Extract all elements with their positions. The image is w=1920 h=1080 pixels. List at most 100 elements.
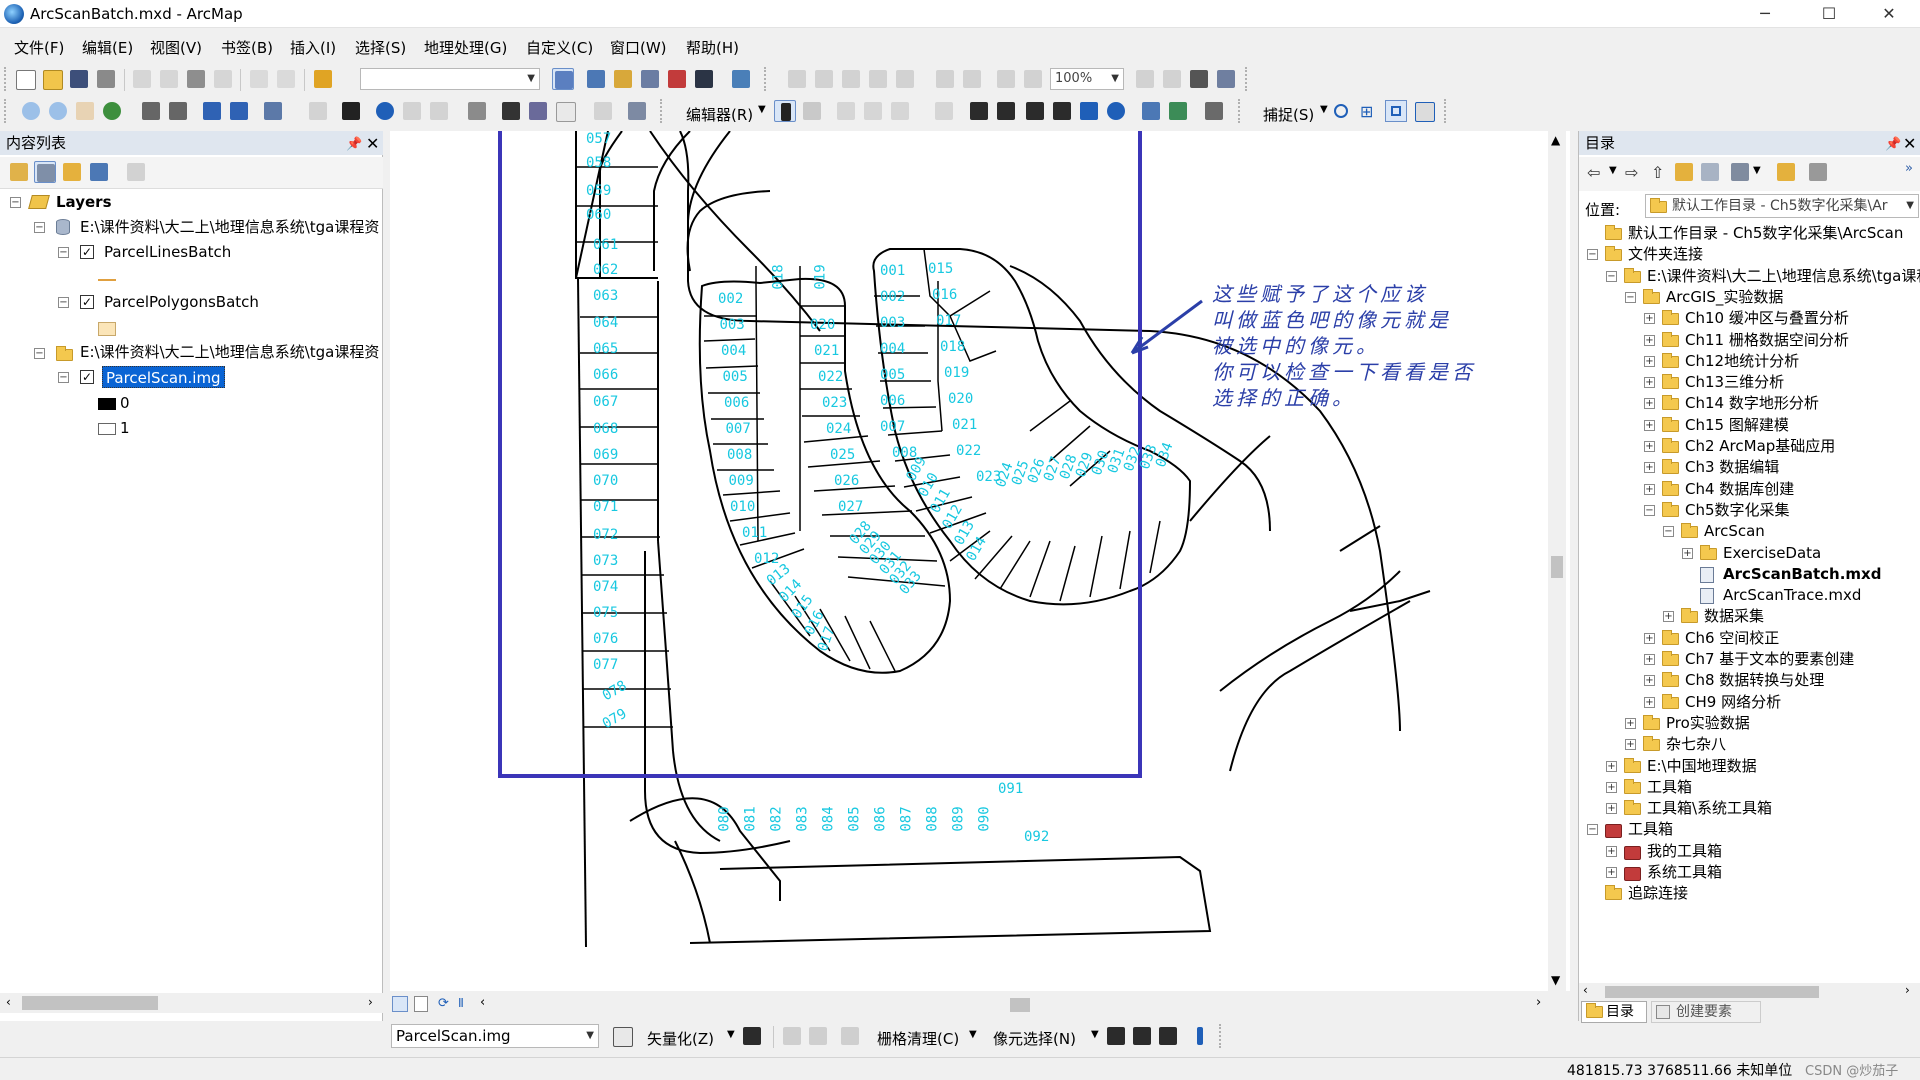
- snapping-menu-button[interactable]: 捕捉(S): [1263, 104, 1314, 125]
- expand-icon[interactable]: +: [1663, 611, 1674, 623]
- menu-customize[interactable]: 自定义(C): [526, 37, 593, 58]
- catalog-tree-item[interactable]: 默认工作目录 - Ch5数字化采集\ArcScan: [1628, 223, 1903, 244]
- select-features-icon[interactable]: [262, 100, 284, 122]
- new-folder-icon[interactable]: [1775, 161, 1797, 183]
- arctoolbox-icon[interactable]: [666, 68, 688, 90]
- catalog-tree-item[interactable]: Ch15 图解建模: [1685, 415, 1789, 436]
- clear-selection-icon[interactable]: [307, 100, 329, 122]
- layer-visibility-checkbox[interactable]: ✓: [80, 370, 94, 384]
- collapse-icon[interactable]: −: [58, 247, 69, 258]
- toc-horizontal-scrollbar[interactable]: ‹ ›: [0, 993, 383, 1013]
- undo-icon[interactable]: [248, 68, 270, 90]
- expand-icon[interactable]: +: [1606, 803, 1617, 815]
- vectorize-menu[interactable]: 矢量化(Z): [647, 1028, 714, 1049]
- pause-drawing-icon[interactable]: Ⅱ: [458, 996, 464, 1010]
- data-view-button[interactable]: [392, 996, 408, 1012]
- layer-parcel-lines[interactable]: ParcelLinesBatch: [104, 241, 231, 263]
- open-button[interactable]: [41, 68, 63, 90]
- catalog-tree-item[interactable]: Ch13三维分析: [1685, 372, 1784, 393]
- expand-icon[interactable]: +: [1644, 398, 1655, 410]
- catalog-tree-item[interactable]: 系统工具箱: [1647, 862, 1722, 883]
- straight-segment-icon[interactable]: [835, 100, 857, 122]
- map-vertical-scrollbar[interactable]: ▲ ▼: [1548, 131, 1566, 991]
- menu-selection[interactable]: 选择(S): [355, 37, 406, 58]
- layer-visibility-checkbox[interactable]: ✓: [80, 295, 94, 309]
- catalog-tree-item[interactable]: Pro实验数据: [1666, 713, 1750, 734]
- collapse-icon[interactable]: −: [1644, 504, 1655, 516]
- catalog-tree-item[interactable]: ExerciseData: [1723, 543, 1821, 564]
- collapse-icon[interactable]: −: [10, 197, 21, 208]
- scroll-thumb[interactable]: [1605, 986, 1819, 998]
- tab-create-features[interactable]: 创建要素: [1651, 1001, 1761, 1023]
- editor-dropdown-arrow-icon[interactable]: ▼: [758, 104, 766, 115]
- reshape-feature-icon[interactable]: [995, 100, 1017, 122]
- html-popup-icon[interactable]: [428, 100, 450, 122]
- collapse-icon[interactable]: −: [1587, 824, 1598, 836]
- catalog-tree-item[interactable]: ArcScanTrace.mxd: [1723, 585, 1861, 606]
- rotate-tool-icon[interactable]: [1078, 100, 1100, 122]
- menu-bookmarks[interactable]: 书签(B): [221, 37, 273, 58]
- catalog-window-icon[interactable]: [612, 68, 634, 90]
- zoom-whole-page-icon[interactable]: [867, 68, 889, 90]
- expand-icon[interactable]: +: [1644, 419, 1655, 431]
- editor-menu-button[interactable]: 编辑器(R): [686, 104, 753, 125]
- menu-windows[interactable]: 窗口(W): [610, 37, 667, 58]
- menu-file[interactable]: 文件(F): [14, 37, 64, 58]
- menu-insert[interactable]: 插入(I): [290, 37, 336, 58]
- expand-icon[interactable]: +: [1644, 355, 1655, 367]
- connect-to-folder-icon[interactable]: [1699, 161, 1721, 183]
- paste-icon[interactable]: [185, 68, 207, 90]
- catalog-tree-item[interactable]: 工具箱: [1628, 819, 1673, 840]
- catalog-tree-item[interactable]: 工具箱\系统工具箱: [1647, 798, 1772, 819]
- catalog-tree-item[interactable]: ArcGIS_实验数据: [1666, 287, 1783, 308]
- expand-icon[interactable]: +: [1606, 867, 1617, 878]
- edit-vertices-icon[interactable]: [968, 100, 990, 122]
- new-document-button[interactable]: [14, 68, 36, 90]
- change-layout-icon[interactable]: [1134, 68, 1156, 90]
- pin-icon[interactable]: 📌: [346, 137, 362, 152]
- cell-selection-dropdown-icon[interactable]: ▼: [1091, 1029, 1099, 1040]
- vertex-snapping-icon[interactable]: [1385, 100, 1407, 122]
- attributes-icon[interactable]: [1140, 100, 1162, 122]
- full-extent-globe-icon[interactable]: [101, 100, 123, 122]
- scroll-right-icon[interactable]: ›: [368, 995, 373, 1009]
- scroll-right-icon[interactable]: ›: [1536, 995, 1541, 1010]
- go-to-xy-icon[interactable]: [554, 100, 576, 122]
- catalog-tree-item[interactable]: Ch11 栅格数据空间分析: [1685, 330, 1849, 351]
- scroll-left-icon[interactable]: ‹: [480, 995, 485, 1010]
- end-snapping-icon[interactable]: ⊞: [1360, 102, 1373, 121]
- catalog-tree-item[interactable]: Ch6 空间校正: [1685, 628, 1779, 649]
- trace-between-points-icon[interactable]: [807, 1025, 829, 1047]
- catalog-tree-item[interactable]: E:\课件资料\大二上\地理信息系统\tga课程: [1647, 266, 1920, 287]
- catalog-tree-item[interactable]: Ch12地统计分析: [1685, 351, 1799, 372]
- add-data-button[interactable]: [312, 68, 334, 90]
- expand-icon[interactable]: +: [1606, 760, 1617, 772]
- catalog-tree-item[interactable]: Ch8 数据转换与处理: [1685, 670, 1824, 691]
- zoom-out-icon[interactable]: [47, 100, 69, 122]
- focus-data-frame-icon[interactable]: [1022, 68, 1044, 90]
- expand-icon[interactable]: +: [1644, 483, 1655, 495]
- expand-icon[interactable]: +: [1644, 377, 1655, 389]
- vectorization-trace-icon[interactable]: [781, 1025, 803, 1047]
- zoom-100-icon[interactable]: [894, 68, 916, 90]
- minimize-button[interactable]: ─: [1742, 0, 1788, 28]
- catalog-tree-item[interactable]: ArcScan: [1704, 521, 1765, 542]
- toc-options-icon[interactable]: [125, 161, 147, 183]
- binoculars-icon[interactable]: [1188, 68, 1210, 90]
- pin-icon[interactable]: 📌: [1885, 137, 1901, 152]
- toggle-draft-icon[interactable]: [995, 68, 1017, 90]
- save-button[interactable]: [68, 68, 90, 90]
- catalog-horizontal-scrollbar[interactable]: ‹ ›: [1579, 983, 1920, 1001]
- layer-parcel-scan-selected[interactable]: ParcelScan.img: [102, 366, 225, 388]
- create-features-icon[interactable]: [1203, 100, 1225, 122]
- catalog-tree-item[interactable]: 我的工具箱: [1647, 841, 1722, 862]
- select-connected-cells-icon[interactable]: [1105, 1025, 1127, 1047]
- find-route-icon[interactable]: [527, 100, 549, 122]
- catalog-tree-item[interactable]: CH9 网络分析: [1685, 692, 1781, 713]
- expand-icon[interactable]: +: [1644, 675, 1655, 687]
- editor-toolbar-toggle-button[interactable]: [552, 68, 574, 90]
- collapse-icon[interactable]: −: [34, 222, 45, 233]
- expand-icon[interactable]: +: [1606, 781, 1617, 793]
- location-combo[interactable]: 默认工作目录 - Ch5数字化采集\Ar ▼: [1645, 194, 1919, 218]
- split-tool-icon[interactable]: [1051, 100, 1073, 122]
